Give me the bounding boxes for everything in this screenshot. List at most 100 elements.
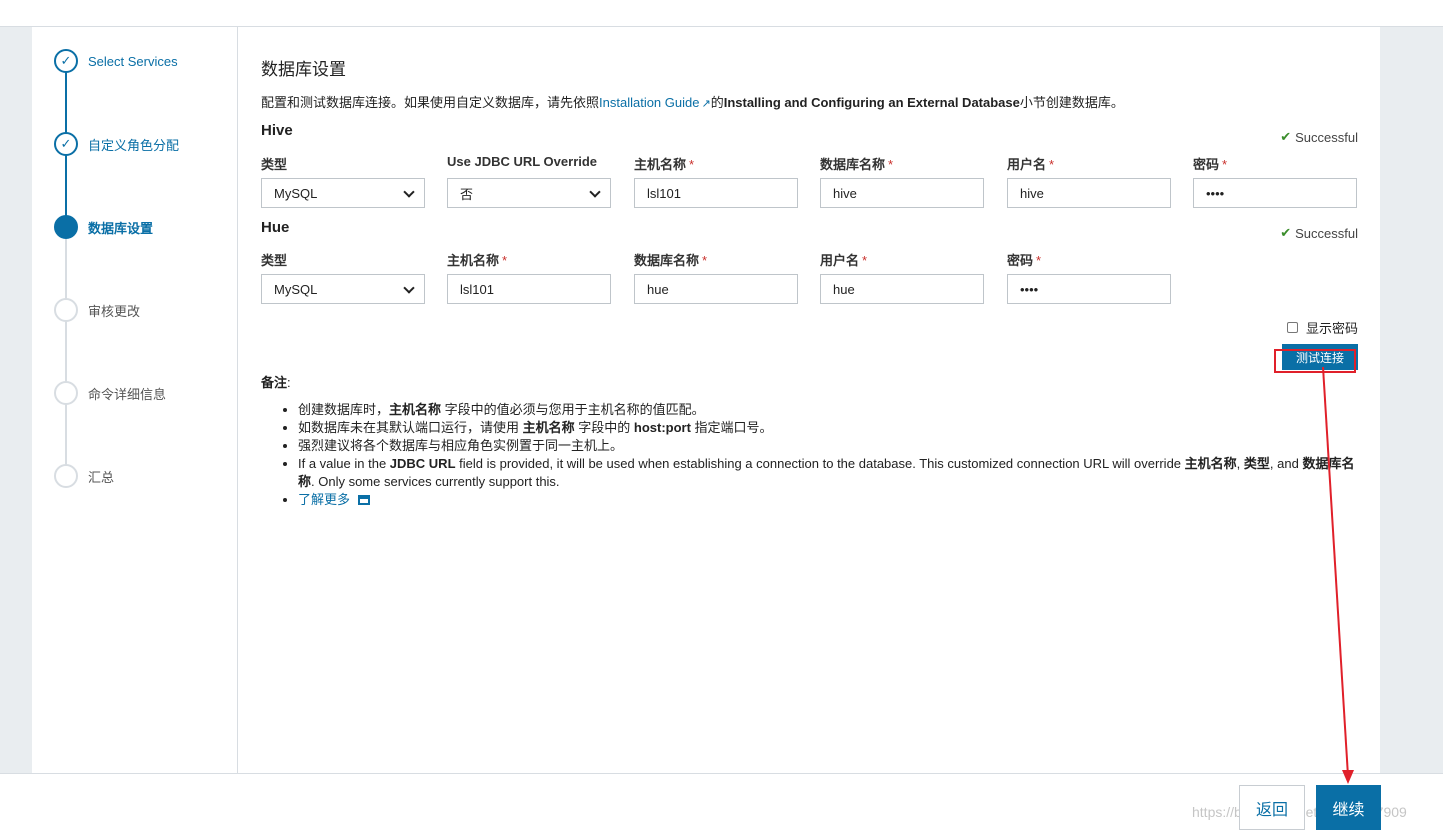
field-label: 类型 [261,157,288,172]
external-link-icon[interactable]: ↗ [701,97,710,110]
note-text: 指定端口号。 [690,420,773,435]
note-bold: 类型 [1243,456,1270,471]
list-item: 了解更多 [298,491,1358,509]
list-item: 如数据库未在其默认端口运行，请使用 主机名称 字段中的 host:port 指定… [298,419,1358,437]
hive-host-input[interactable]: lsl101 [634,178,798,208]
label-text: 主机名称 [447,253,500,268]
hue-status: ✔ Successful [1280,225,1358,241]
note-text: 字段中的值必须与您用于主机名称的值匹配。 [441,402,705,417]
hue-username-input[interactable]: hue [820,274,984,304]
required-mark: * [1036,253,1042,268]
field-label: 类型 [261,253,288,268]
hive-username-input[interactable]: hive [1007,178,1171,208]
hive-type-select[interactable]: MySQL [261,178,425,208]
back-button[interactable]: 返回 [1239,785,1305,830]
hue-password-input[interactable]: •••• [1007,274,1171,304]
test-connection-button[interactable]: 测试连接 [1282,344,1358,370]
note-text: , [1236,456,1244,471]
wizard-step-summary: 汇总 [54,464,114,488]
wizard-nav: ✓ Select Services ✓ 自定义角色分配 数据库设置 审核更改 命… [32,27,238,773]
hive-dbname-input[interactable]: hive [820,178,984,208]
hive-section-title: Hive [261,122,293,139]
required-mark: * [689,157,695,172]
note-bold: 主机名称 [1184,456,1237,471]
required-mark: * [502,253,508,268]
right-gutter [1380,27,1443,773]
show-password-checkbox[interactable] [1286,322,1298,333]
intro-text: 配置和测试数据库连接。如果使用自定义数据库，请先依照Installation G… [261,92,1124,111]
label-text: 密码 [1193,157,1220,172]
check-icon: ✓ [54,49,78,73]
wizard-step-select-services[interactable]: ✓ Select Services [54,49,178,73]
hive-password-input[interactable]: •••• [1193,178,1357,208]
hue-dbname-field: 数据库名称 * hue [634,250,798,304]
intro-bold: Installing and Configuring an External D… [723,95,1020,110]
success-check-icon: ✔ [1280,129,1292,144]
note-bold: 主机名称 [522,420,575,435]
wizard-step-database-setup[interactable]: 数据库设置 [54,215,153,239]
main-content: 数据库设置 配置和测试数据库连接。如果使用自定义数据库，请先依照Installa… [238,27,1380,773]
select-value: MySQL [274,185,318,201]
top-bar [0,0,1443,27]
note-bold: host:port [633,420,691,435]
hue-password-field: 密码 * •••• [1007,250,1171,304]
hue-username-field: 用户名 * hue [820,250,984,304]
list-item: If a value in the JDBC URL field is prov… [298,455,1358,491]
hue-dbname-input[interactable]: hue [634,274,798,304]
input-value: lsl101 [460,281,494,297]
input-value: hue [833,281,855,297]
field-label: 主机名称 * [447,250,611,268]
field-label: 数据库名称 * [634,250,798,268]
hive-type-field: 类型 MySQL [261,154,425,208]
notes-list: 创建数据库时，主机名称 字段中的值必须与您用于主机名称的值匹配。 如数据库未在其… [298,401,1358,509]
hive-host-field: 主机名称 * lsl101 [634,154,798,208]
required-mark: * [702,253,708,268]
input-value: lsl101 [647,185,681,201]
label-text: 密码 [1007,253,1034,268]
note-text: field is provided, it will be used when … [455,456,1185,471]
note-bold: JDBC URL [389,456,456,471]
field-label: 用户名 * [820,250,984,268]
step-label: 自定义角色分配 [88,137,180,153]
label-text: 用户名 [1007,157,1047,172]
pending-step-dot-icon [54,298,78,322]
field-label: 主机名称 * [634,154,798,172]
input-value: hue [647,281,669,297]
notes-title: 备注: [261,372,291,391]
wizard-footer: https://blog.csdn.net/qq_39657909 返回 继续 [0,773,1443,833]
hue-section-title: Hue [261,219,290,236]
note-text: 字段中的 [574,420,634,435]
wizard-step-command-details: 命令详细信息 [54,381,166,405]
check-icon: ✓ [54,132,78,156]
input-value: hive [1020,185,1044,201]
show-password-label: 显示密码 [1305,321,1358,336]
input-value: •••• [1020,281,1039,297]
hive-status: ✔ Successful [1280,129,1358,145]
label-text: 主机名称 [634,157,687,172]
list-item: 创建数据库时，主机名称 字段中的值必须与您用于主机名称的值匹配。 [298,401,1358,419]
hive-jdbc-override-field: Use JDBC URL Override 否 [447,154,611,208]
hive-jdbc-override-select[interactable]: 否 [447,178,611,208]
step-label: 命令详细信息 [88,386,167,402]
intro-suffix: 小节创建数据库。 [1019,95,1124,110]
step-label: 汇总 [88,469,115,485]
field-label: 用户名 * [1007,154,1171,172]
required-mark: * [862,253,868,268]
hue-host-field: 主机名称 * lsl101 [447,250,611,304]
intro-mid: 的 [710,95,724,110]
hue-type-select[interactable]: MySQL [261,274,425,304]
label-text: 数据库名称 [634,253,700,268]
continue-button[interactable]: 继续 [1316,785,1381,830]
success-check-icon: ✔ [1280,225,1292,240]
wizard-step-role-assignment[interactable]: ✓ 自定义角色分配 [54,132,179,156]
window-icon[interactable] [358,495,371,505]
hue-host-input[interactable]: lsl101 [447,274,611,304]
page-title: 数据库设置 [261,60,346,79]
step-label: 审核更改 [88,303,141,319]
learn-more-link[interactable]: 了解更多 [298,492,350,507]
wizard-step-review-changes: 审核更改 [54,298,140,322]
label-text: 数据库名称 [820,157,886,172]
show-password-toggle[interactable]: 显示密码 [1286,318,1358,337]
step-label: Select Services [88,53,178,69]
installation-guide-link[interactable]: Installation Guide [599,95,699,110]
